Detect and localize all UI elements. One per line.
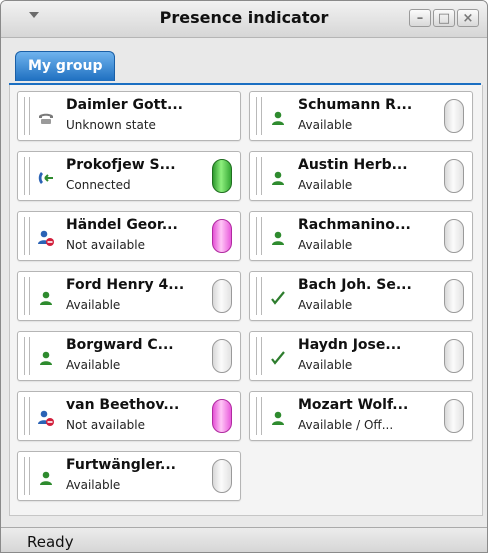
contact-card[interactable]: Borgward C... Available [17,331,241,381]
person-icon [36,288,56,308]
close-button[interactable]: × [457,9,479,27]
presence-indicator-green[interactable] [212,159,232,193]
drag-handle[interactable] [24,217,30,255]
contact-status: Unknown state [66,118,156,132]
drag-handle[interactable] [256,157,262,195]
person-unavailable-icon [36,228,56,248]
minimize-icon: – [416,10,424,26]
contact-card[interactable]: Haydn Jose... Available [249,331,473,381]
contact-card[interactable]: Händel Geor... Not available [17,211,241,261]
drag-handle[interactable] [256,337,262,375]
contact-card[interactable]: Furtwängler... Available [17,451,241,501]
contact-name: Ford Henry 4... [66,277,185,293]
contact-status: Connected [66,178,131,192]
presence-indicator-gray[interactable] [212,339,232,373]
person-unavailable-icon [36,408,56,428]
drag-handle[interactable] [24,157,30,195]
contact-name: Furtwängler... [66,457,176,473]
person-icon [268,168,288,188]
contact-name: Daimler Gott... [66,97,183,113]
contact-status: Available [298,358,353,372]
contact-card[interactable]: Mozart Wolf... Available / Off... [249,391,473,441]
presence-indicator-gray[interactable] [444,339,464,373]
person-icon [268,108,288,128]
contact-status: Available [66,478,121,492]
contact-status: Available [298,178,353,192]
contact-card[interactable]: Austin Herb... Available [249,151,473,201]
checkmark-icon [268,348,288,368]
contact-card[interactable]: Daimler Gott... Unknown state [17,91,241,141]
presence-indicator-gray[interactable] [444,399,464,433]
contact-card[interactable]: Bach Joh. Se... Available [249,271,473,321]
person-icon [36,468,56,488]
contact-name: Rachmanino... [298,217,411,233]
maximize-button[interactable]: □ [433,9,455,27]
contact-name: Mozart Wolf... [298,397,409,413]
presence-indicator-gray[interactable] [212,459,232,493]
presence-indicator-gray[interactable] [444,219,464,253]
contact-status: Available [66,298,121,312]
contact-status: Available [66,358,121,372]
contact-name: Haydn Jose... [298,337,402,353]
contact-name: Schumann R... [298,97,413,113]
window-controls: – □ × [409,9,479,27]
tab-bar: My group [9,51,481,86]
contact-status: Available / Off... [298,418,394,432]
contact-card[interactable]: Rachmanino... Available [249,211,473,261]
contact-status: Available [298,118,353,132]
drag-handle[interactable] [256,97,262,135]
status-text: Ready [27,533,74,551]
title-bar: Presence indicator – □ × [1,1,487,38]
close-icon: × [462,10,474,26]
presence-indicator-gray[interactable] [444,159,464,193]
contact-card[interactable]: van Beethov... Not available [17,391,241,441]
person-icon [268,408,288,428]
contact-card[interactable]: Schumann R... Available [249,91,473,141]
phone-icon [36,108,56,128]
contact-name: Borgward C... [66,337,174,353]
presence-indicator-pink[interactable] [212,219,232,253]
contact-name: van Beethov... [66,397,180,413]
minimize-button[interactable]: – [409,9,431,27]
call-connected-icon [36,168,56,188]
contact-card[interactable]: Prokofjew S... Connected [17,151,241,201]
contact-name: Händel Geor... [66,217,178,233]
contact-status: Not available [66,418,146,432]
drag-handle[interactable] [24,337,30,375]
drag-handle[interactable] [24,457,30,495]
status-bar: Ready [1,527,487,552]
tab-my-group[interactable]: My group [15,51,116,81]
drag-handle[interactable] [256,397,262,435]
contact-status: Available [298,298,353,312]
drag-handle[interactable] [256,217,262,255]
drag-handle[interactable] [24,397,30,435]
contact-name: Bach Joh. Se... [298,277,412,293]
contact-status: Available [298,238,353,252]
drag-handle[interactable] [24,97,30,135]
presence-indicator-pink[interactable] [212,399,232,433]
contact-name: Austin Herb... [298,157,408,173]
presence-indicator-gray[interactable] [212,279,232,313]
person-icon [36,348,56,368]
contact-card[interactable]: Ford Henry 4... Available [17,271,241,321]
checkmark-icon [268,288,288,308]
contact-status: Not available [66,238,146,252]
presence-indicator-gray[interactable] [444,279,464,313]
presence-window: Presence indicator – □ × My group Daimle… [0,0,488,553]
person-icon [268,228,288,248]
maximize-icon: □ [437,10,451,26]
drag-handle[interactable] [24,277,30,315]
contacts-panel: Daimler Gott... Unknown state Schumann R..… [9,85,483,516]
presence-indicator-gray[interactable] [444,99,464,133]
contact-name: Prokofjew S... [66,157,176,173]
drag-handle[interactable] [256,277,262,315]
